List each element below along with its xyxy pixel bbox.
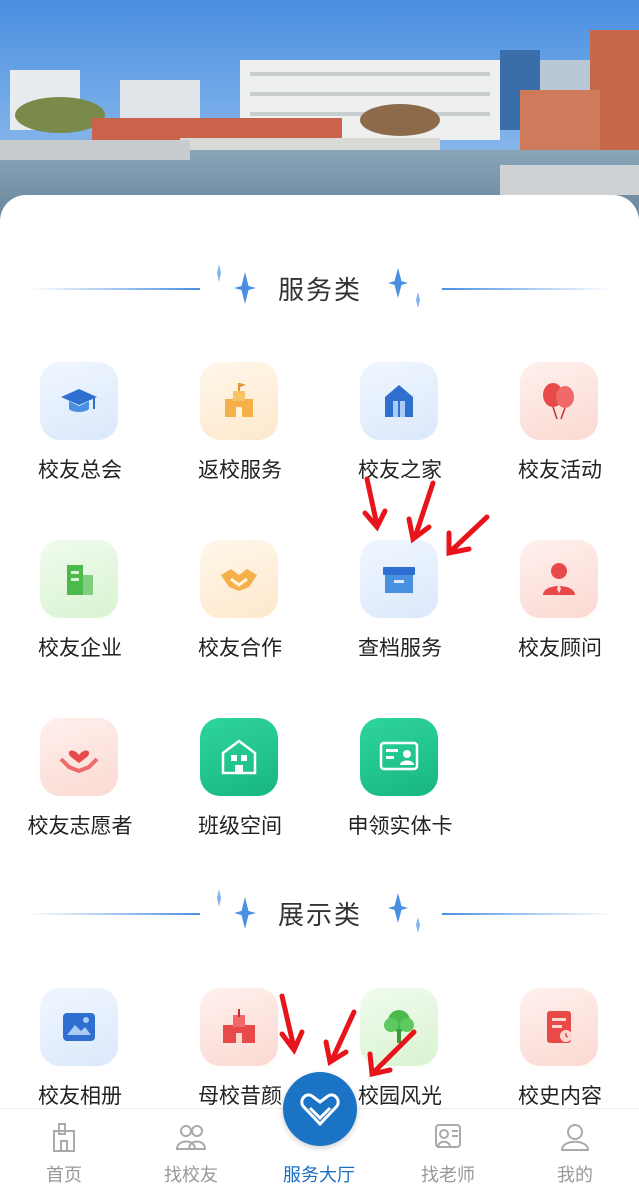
- tile-icon-box: [40, 718, 118, 796]
- tile-alumni-association[interactable]: 校友总会: [0, 362, 160, 512]
- handshake-icon: [221, 569, 257, 591]
- tile-icon-box: [40, 362, 118, 440]
- section-header-display: 展示类: [0, 889, 639, 939]
- tile-label: 查档服务: [358, 636, 442, 660]
- tile-archive-service[interactable]: 查档服务: [320, 540, 480, 690]
- classroom-icon: [221, 739, 257, 775]
- tab-find-alumni[interactable]: 找校友: [141, 1109, 241, 1197]
- divider-line: [28, 288, 200, 290]
- castle-icon: [225, 383, 253, 417]
- profile-icon: [560, 1124, 590, 1151]
- tab-label: 找校友: [164, 1165, 218, 1186]
- tile-icon-box: [200, 362, 278, 440]
- school-building-icon: [223, 1009, 255, 1043]
- sparkle-icon: [217, 889, 221, 907]
- heart-hands-icon: [59, 750, 99, 774]
- history-document-icon: [547, 1011, 572, 1043]
- id-card-icon: [379, 741, 419, 771]
- archive-box-icon: [383, 567, 415, 593]
- tile-label: 校友合作: [198, 636, 282, 660]
- tile-alumni-enterprise[interactable]: 校友企业: [0, 540, 160, 690]
- tab-label: 首页: [46, 1165, 82, 1186]
- section-title: 展示类: [277, 901, 362, 931]
- teacher-icon: [435, 1124, 461, 1148]
- tile-icon-box: [360, 362, 438, 440]
- tab-label: 找老师: [421, 1165, 475, 1186]
- annotation-arrows-bottom: [279, 993, 417, 1077]
- sparkle-icon: [217, 264, 221, 282]
- tile-label: 校友顾问: [518, 636, 602, 660]
- tile-alumni-activities[interactable]: 校友活动: [480, 362, 639, 512]
- tile-label: 校友总会: [38, 458, 122, 482]
- tab-mine[interactable]: 我的: [525, 1109, 625, 1197]
- tile-label: 校友活动: [518, 458, 602, 482]
- tile-label: 返校服务: [198, 458, 282, 482]
- tile-label: 校友相册: [38, 1084, 122, 1108]
- tab-label: 我的: [557, 1165, 593, 1186]
- tile-icon-box: [40, 988, 118, 1066]
- tab-label: 服务大厅: [283, 1165, 355, 1186]
- tile-alumni-advisor[interactable]: 校友顾问: [480, 540, 639, 690]
- home-icon: [53, 1123, 75, 1152]
- tile-icon-box: [40, 540, 118, 618]
- sparkle-icon: [388, 268, 408, 298]
- service-hall-icon: [300, 1093, 340, 1126]
- people-icon: [175, 1125, 207, 1150]
- section-header-services: 服务类: [0, 264, 639, 314]
- tile-label: 申领实体卡: [347, 814, 453, 838]
- sparkle-icon: [416, 292, 420, 308]
- photo-album-icon: [63, 1013, 95, 1041]
- service-hall-button[interactable]: [283, 1072, 357, 1146]
- tile-label: 校友企业: [38, 636, 122, 660]
- tile-label: 校史内容: [518, 1084, 602, 1108]
- office-building-icon: [67, 565, 93, 595]
- tile-return-school[interactable]: 返校服务: [160, 362, 320, 512]
- annotation-arrows-top: [362, 476, 490, 557]
- sparkle-icon: [416, 917, 420, 933]
- tile-alumni-volunteer[interactable]: 校友志愿者: [0, 718, 160, 868]
- tile-label: 班级空间: [198, 814, 282, 838]
- tab-home[interactable]: 首页: [14, 1109, 114, 1197]
- section-title: 服务类: [277, 276, 362, 306]
- tile-alumni-cooperation[interactable]: 校友合作: [160, 540, 320, 690]
- graduation-cap-icon: [61, 389, 97, 412]
- sparkle-icon: [388, 893, 408, 923]
- tile-label: 校友志愿者: [27, 814, 133, 838]
- tile-icon-box: [360, 718, 438, 796]
- tile-icon-box: [520, 362, 598, 440]
- person-advisor-icon: [543, 563, 575, 595]
- divider-line: [442, 913, 612, 915]
- tile-apply-card[interactable]: 申领实体卡: [320, 718, 480, 868]
- tile-icon-box: [200, 540, 278, 618]
- tile-class-space[interactable]: 班级空间: [160, 718, 320, 868]
- divider-line: [442, 288, 612, 290]
- tab-find-teacher[interactable]: 找老师: [398, 1109, 498, 1197]
- divider-line: [28, 913, 200, 915]
- home-building-icon: [385, 385, 413, 417]
- balloons-icon: [543, 383, 574, 420]
- tile-icon-box: [200, 988, 278, 1066]
- tile-icon-box: [200, 718, 278, 796]
- tile-icon-box: [520, 540, 598, 618]
- tile-icon-box: [520, 988, 598, 1066]
